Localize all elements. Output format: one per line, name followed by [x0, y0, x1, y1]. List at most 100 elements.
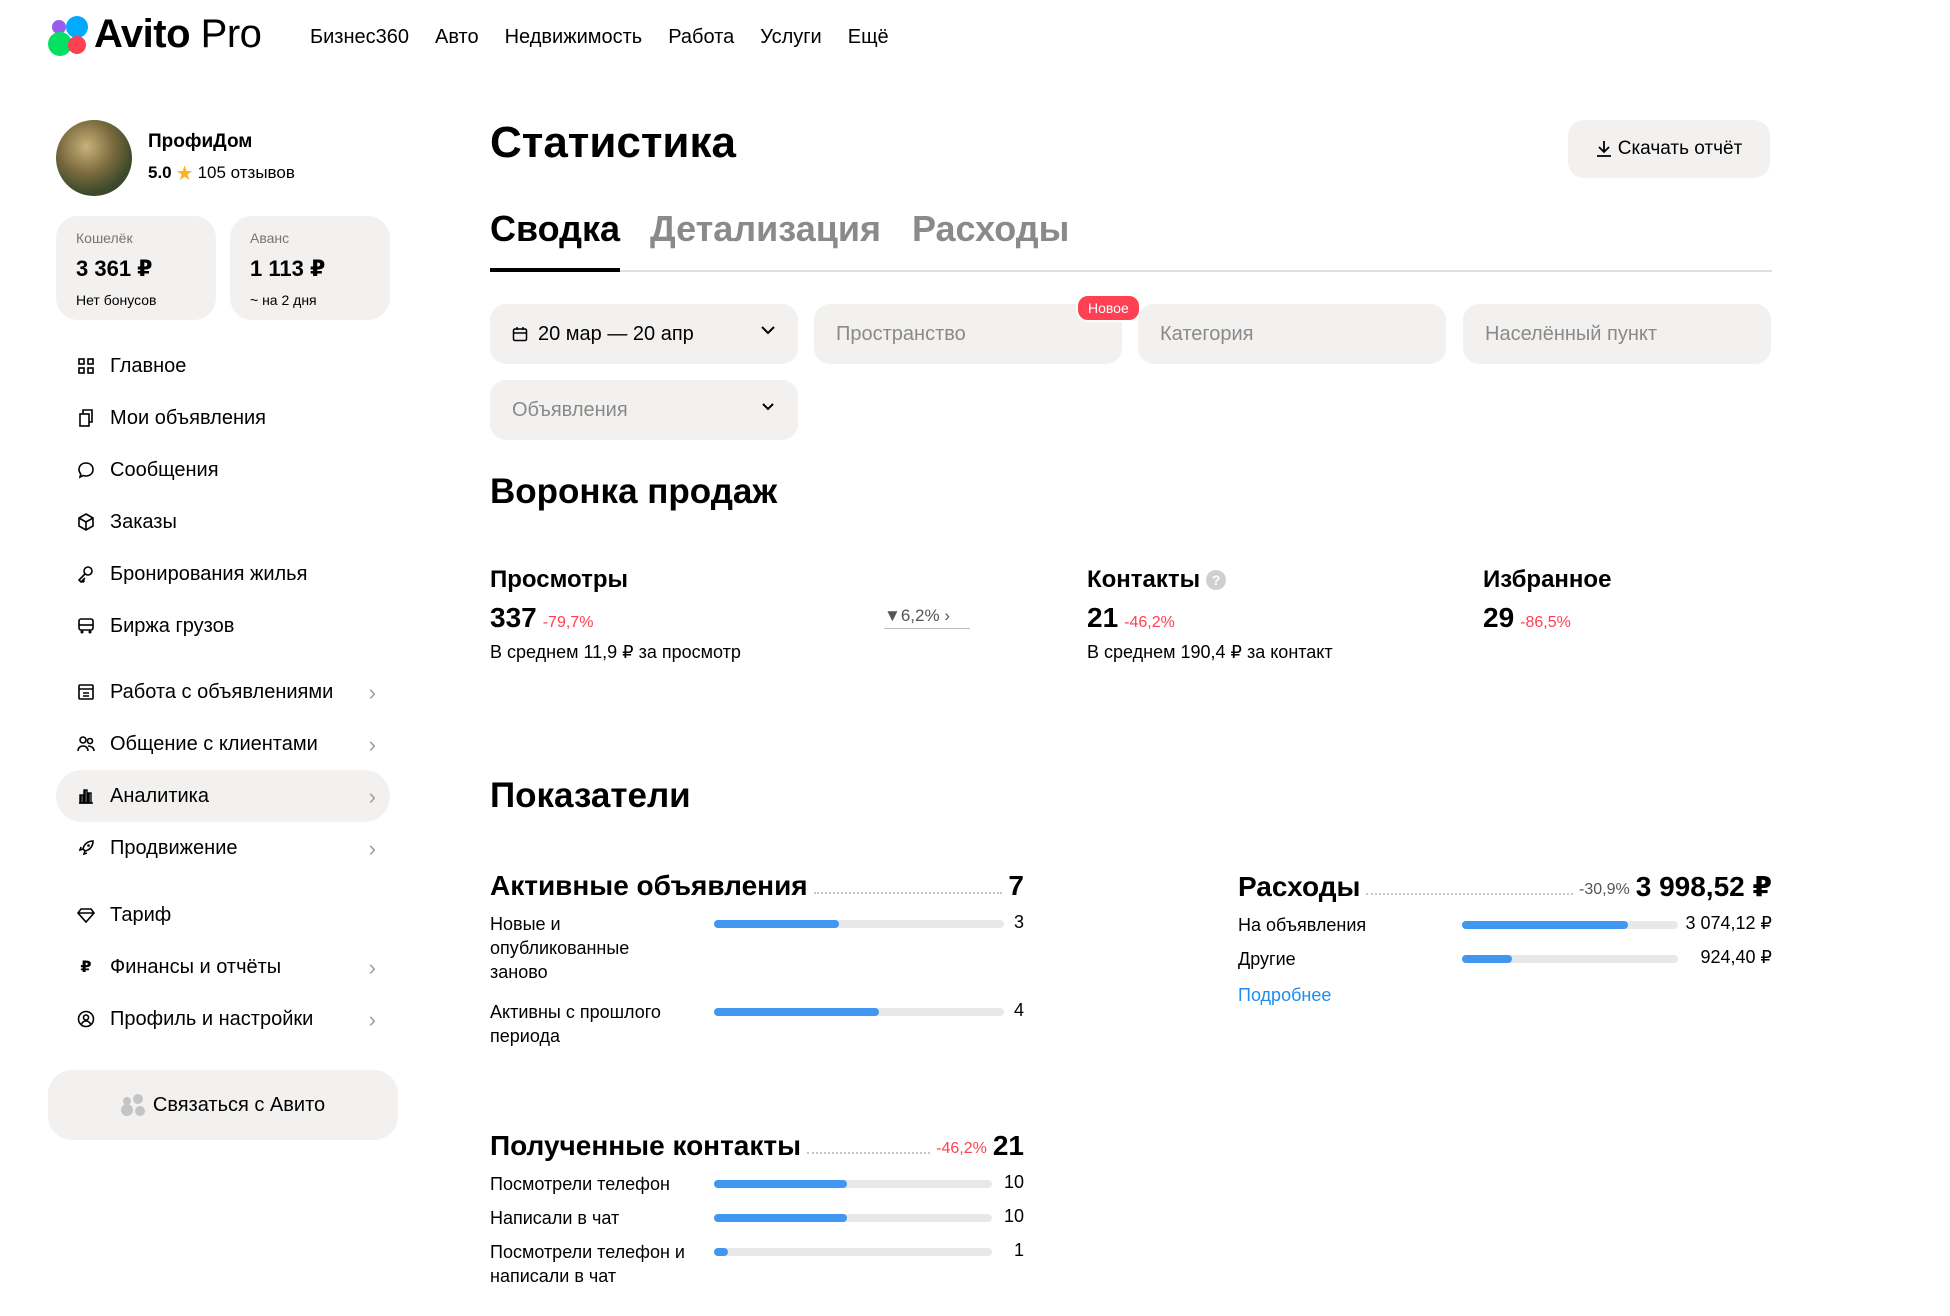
- sidebar-item-label: Заказы: [110, 510, 177, 533]
- sidebar-item-my-ads[interactable]: Мои объявления: [56, 392, 390, 444]
- sidebar-item-label: Продвижение: [110, 836, 238, 859]
- documents-icon: [76, 408, 96, 428]
- sidebar-item-label: Общение с клиентами: [110, 732, 318, 755]
- profile-summary[interactable]: ПрофиДом 5.0 ★ 105 отзывов: [56, 120, 295, 196]
- sidebar-item-main[interactable]: Главное: [56, 340, 390, 392]
- funnel-favorites: Избранное 29 -86,5%: [1483, 566, 1611, 634]
- metric-bar: [1462, 955, 1678, 963]
- sidebar-item-bookings[interactable]: Бронирования жилья: [56, 548, 390, 600]
- nav-jobs[interactable]: Работа: [668, 26, 734, 49]
- avito-logo-icon: [48, 14, 88, 56]
- truck-icon: [76, 616, 96, 636]
- rating-value: 5.0: [148, 163, 172, 182]
- metric-row: На объявления 3 074,12 ₽: [1238, 913, 1772, 937]
- chevron-right-icon: ›: [368, 1007, 376, 1032]
- tab-expenses[interactable]: Расходы: [912, 208, 1069, 250]
- advance-card[interactable]: Аванс 1 113 ₽ ~ на 2 дня: [230, 216, 390, 320]
- download-report-button[interactable]: Скачать отчёт: [1568, 120, 1770, 178]
- metric-row: Написали в чат 10: [490, 1206, 1024, 1230]
- space-placeholder: Пространство: [836, 322, 966, 345]
- sidebar-item-messages[interactable]: Сообщения: [56, 444, 390, 496]
- metric-row-label: Посмотрели телефон: [490, 1174, 670, 1194]
- contact-avito-label: Связаться с Авито: [152, 1093, 326, 1116]
- sidebar-item-orders[interactable]: Заказы: [56, 496, 390, 548]
- chevron-right-icon: ›: [944, 606, 950, 625]
- metric-bar: [714, 1180, 992, 1188]
- sidebar-item-label: Мои объявления: [110, 406, 266, 429]
- metric-bar-fill: [714, 1008, 880, 1016]
- profile-name: ПрофиДом: [148, 130, 253, 152]
- advance-sub: ~ на 2 дня: [250, 292, 317, 308]
- ads-select[interactable]: Объявления: [490, 380, 798, 440]
- help-icon[interactable]: ?: [1206, 570, 1227, 590]
- sidebar-menu-primary: Главное Мои объявления Сообщения Заказы …: [56, 340, 390, 652]
- metric-row-value: 3 074,12 ₽: [1685, 913, 1772, 933]
- chevron-down-icon: [758, 320, 778, 346]
- favorites-value-row: 29 -86,5%: [1483, 602, 1611, 634]
- avatar[interactable]: [56, 120, 132, 196]
- download-label: Скачать отчёт: [1617, 138, 1743, 159]
- metric-row-value: 3: [1013, 912, 1024, 932]
- nav-business360[interactable]: Бизнес360: [310, 26, 409, 49]
- favorites-value: 29: [1483, 602, 1515, 633]
- sidebar-item-tariff[interactable]: Тариф: [56, 889, 390, 941]
- wallet-title: Кошелёк: [76, 230, 133, 246]
- nav-realty[interactable]: Недвижимость: [505, 26, 643, 49]
- category-select[interactable]: Категория: [1138, 304, 1446, 364]
- profile-rating[interactable]: 5.0 ★ 105 отзывов: [148, 161, 295, 186]
- active-tab-indicator: [490, 268, 620, 272]
- expenses-block: Расходы -30,9% 3 998,52 ₽ На объявления …: [1238, 870, 1772, 1006]
- sidebar-item-profile-settings[interactable]: Профиль и настройки ›: [56, 993, 390, 1045]
- category-placeholder: Категория: [1160, 322, 1254, 345]
- stats-tabs: Сводка Детализация Расходы: [490, 208, 1772, 272]
- contacts-header: Полученные контакты -46,2% 21: [490, 1130, 1024, 1162]
- sidebar-item-cargo[interactable]: Биржа грузов: [56, 600, 390, 652]
- contacts-label-row: Контакты ?: [1087, 566, 1333, 594]
- metric-row: Посмотрели телефон и написали в чат 1: [490, 1240, 1024, 1290]
- sidebar-item-label: Финансы и отчёты: [110, 955, 282, 978]
- nav-services[interactable]: Услуги: [760, 26, 822, 49]
- sidebar-item-ads-work[interactable]: Работа с объявлениями ›: [56, 666, 390, 718]
- tab-details[interactable]: Детализация: [650, 208, 881, 250]
- funnel-views: Просмотры 337 -79,7% В среднем 11,9 ₽ за…: [490, 566, 741, 663]
- chevron-right-icon: ›: [368, 680, 376, 705]
- received-contacts-delta: -46,2%: [936, 1140, 987, 1157]
- conversion-link[interactable]: ▼6,2% ›: [884, 606, 970, 629]
- metric-bar: [714, 1008, 1004, 1016]
- metric-bar-fill: [714, 1248, 728, 1256]
- sidebar-item-promotion[interactable]: Продвижение ›: [56, 822, 390, 874]
- indicators-title: Показатели: [490, 776, 691, 815]
- sidebar-item-analytics[interactable]: Аналитика ›: [56, 770, 390, 822]
- avito-pro-logo[interactable]: Avito Pro: [48, 14, 262, 56]
- tab-summary[interactable]: Сводка: [490, 208, 620, 250]
- expenses-more-link[interactable]: Подробнее: [1238, 985, 1772, 1006]
- wallet-card[interactable]: Кошелёк 3 361 ₽ Нет бонусов: [56, 216, 216, 320]
- diamond-icon: [76, 905, 96, 925]
- nav-more[interactable]: Ещё: [848, 26, 889, 49]
- sidebar-item-finance[interactable]: ₽ Финансы и отчёты ›: [56, 941, 390, 993]
- sidebar-item-label: Профиль и настройки: [110, 1007, 314, 1030]
- nav-auto[interactable]: Авто: [435, 26, 479, 49]
- expenses-header: Расходы -30,9% 3 998,52 ₽: [1238, 870, 1772, 903]
- contacts-delta: -46,2%: [1124, 614, 1175, 631]
- contacts-block: Полученные контакты -46,2% 21 Посмотрели…: [490, 1130, 1024, 1290]
- views-value-row: 337 -79,7%: [490, 602, 741, 634]
- list-board-icon: [76, 682, 96, 702]
- date-range-value: 20 мар — 20 апр: [538, 322, 694, 345]
- reviews-count: 105 отзывов: [197, 163, 295, 182]
- locality-select[interactable]: Населённый пункт: [1463, 304, 1771, 364]
- download-icon: [1596, 140, 1612, 158]
- chevron-down-icon: [758, 396, 778, 422]
- metric-bar-fill: [714, 1214, 848, 1222]
- sidebar-item-clients[interactable]: Общение с клиентами ›: [56, 718, 390, 770]
- wallet-sub: Нет бонусов: [76, 292, 157, 308]
- contact-avito-button[interactable]: Связаться с Авито: [48, 1070, 398, 1140]
- wallet-value: 3 361 ₽: [76, 256, 153, 281]
- favorites-label: Избранное: [1483, 566, 1612, 593]
- bar-chart-icon: [76, 786, 96, 806]
- metric-row: Посмотрели телефон 10: [490, 1172, 1024, 1196]
- metric-row-label: Другие: [1238, 949, 1296, 969]
- date-range-select[interactable]: 20 мар — 20 апр: [490, 304, 798, 364]
- metric-bar-fill: [1462, 955, 1512, 963]
- received-contacts-value: 21: [992, 1130, 1024, 1161]
